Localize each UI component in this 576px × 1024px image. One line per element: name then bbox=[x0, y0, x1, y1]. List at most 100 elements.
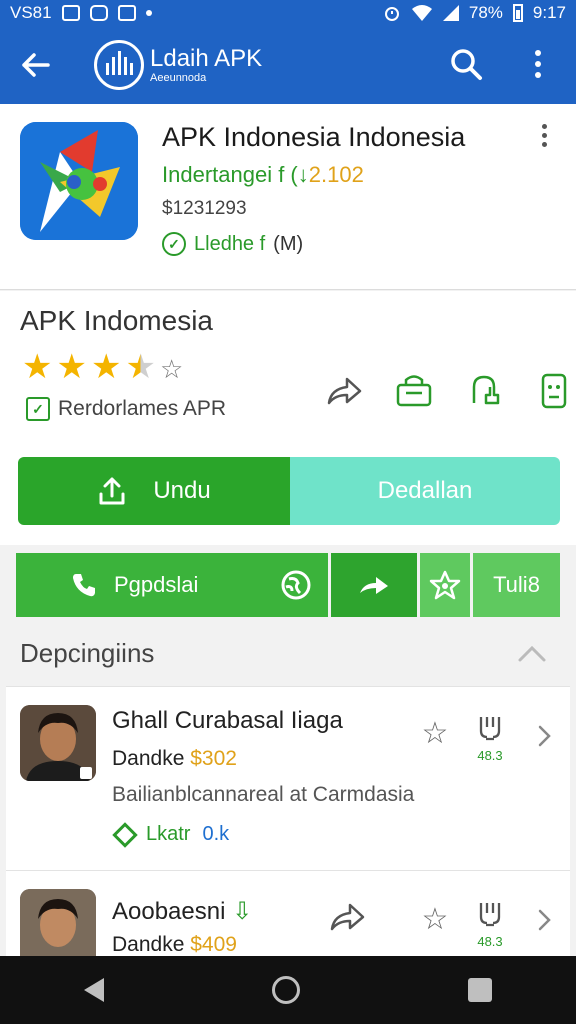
back-button[interactable] bbox=[0, 26, 70, 104]
device-icon bbox=[541, 373, 567, 409]
star-empty-icon: ☆ bbox=[159, 354, 184, 384]
app-notification-icon bbox=[89, 5, 108, 21]
star-icon bbox=[429, 570, 461, 600]
chevron-right-icon[interactable] bbox=[534, 721, 554, 751]
checkbox-icon: ✓ bbox=[26, 397, 50, 421]
bag-button[interactable] bbox=[394, 371, 434, 411]
info-actions bbox=[324, 371, 574, 411]
share-icon[interactable] bbox=[328, 901, 368, 935]
review-sub: Dandke $302 bbox=[112, 747, 237, 771]
review-price: $409 bbox=[190, 933, 237, 956]
app-verified: ✓ Lledhe f (M) bbox=[162, 232, 303, 256]
app-version: 2.102 bbox=[308, 162, 364, 187]
cell-signal-icon bbox=[442, 5, 459, 21]
star-full-icon: ★ bbox=[90, 348, 122, 386]
share-icon bbox=[327, 377, 362, 405]
app-icon[interactable] bbox=[20, 122, 138, 240]
star-full-icon: ★ bbox=[56, 348, 87, 386]
star-icon[interactable]: ☆ bbox=[418, 903, 452, 937]
more-vert-button[interactable] bbox=[518, 42, 558, 86]
globe-button[interactable] bbox=[264, 553, 328, 617]
favorite-button[interactable] bbox=[420, 553, 470, 617]
refresh-icon bbox=[472, 375, 500, 405]
share-button[interactable] bbox=[324, 371, 364, 411]
bag-icon bbox=[396, 375, 432, 407]
notification-dot-icon bbox=[145, 10, 152, 16]
recommend-label: Rerdorlames APR bbox=[58, 397, 227, 420]
message-notification-icon bbox=[117, 5, 136, 21]
call-label: Pgpdslai bbox=[114, 572, 199, 597]
nav-home-button[interactable] bbox=[272, 976, 300, 1004]
review-tag-number: 0.k bbox=[202, 823, 230, 845]
person-avatar-icon bbox=[20, 889, 96, 965]
info-section: APK Indomesia ★ ★ ★ ★ ☆ ✓ Rerdorlames AP… bbox=[0, 291, 576, 545]
battery-percent: 78% bbox=[468, 3, 503, 22]
app-meta: Indertangei f (↓2.102 bbox=[162, 162, 364, 188]
app-title: APK Indonesia Indonesia bbox=[162, 122, 466, 152]
star-icon[interactable]: ☆ bbox=[418, 717, 452, 751]
avatar bbox=[20, 889, 96, 965]
app-header-card: APK Indonesia Indonesia Indertangei f (↓… bbox=[0, 104, 576, 290]
write-review-button[interactable]: Tuli8 bbox=[473, 553, 560, 617]
review-description: Bailianblcannareal at Carmdasia bbox=[112, 783, 415, 806]
app-more-button[interactable] bbox=[534, 124, 554, 154]
review-price: $302 bbox=[190, 747, 237, 770]
download-icon bbox=[479, 903, 501, 927]
app-price: $1231293 bbox=[162, 198, 247, 219]
status-carrier-text: VS81 bbox=[10, 3, 52, 22]
download-count-value: 48.3 bbox=[477, 748, 503, 763]
back-arrow-icon bbox=[22, 53, 50, 77]
tag-diamond-icon bbox=[112, 821, 138, 848]
brand: Ldaih APK Aeeunnoda bbox=[150, 44, 263, 85]
download-count-value: 48.3 bbox=[477, 934, 503, 949]
review-name: Ghall Curabasal Iiaga bbox=[112, 707, 343, 734]
nav-back-button[interactable] bbox=[84, 978, 104, 1002]
review-tag-label: Lkatr bbox=[146, 823, 191, 845]
status-time: 9:17 bbox=[532, 3, 566, 22]
refresh-button[interactable] bbox=[464, 371, 504, 411]
review-sub: Dandke $409 bbox=[112, 933, 237, 957]
forward-button[interactable] bbox=[331, 553, 417, 617]
review-sub-label: Dandke bbox=[112, 933, 185, 956]
app-meta-label: Indertangei f ( bbox=[162, 162, 298, 187]
person-avatar-icon bbox=[20, 705, 96, 781]
secondary-toolbar: Pgpdslai Tuli8 bbox=[16, 553, 560, 617]
info-title: APK Indomesia bbox=[20, 305, 213, 336]
more-vert-icon bbox=[535, 50, 541, 56]
alarm-icon bbox=[384, 7, 399, 21]
call-button[interactable]: Pgpdslai bbox=[16, 553, 264, 617]
verified-extra: (M) bbox=[273, 232, 304, 255]
meta-download-glyph: ↓ bbox=[297, 162, 309, 187]
brand-title: Ldaih APK bbox=[150, 44, 263, 72]
star-half-icon: ★ bbox=[125, 349, 155, 389]
phone-icon bbox=[73, 574, 95, 597]
review-tag: Lkatr 0.k bbox=[112, 821, 230, 848]
wifi-icon bbox=[411, 5, 432, 21]
download-icon bbox=[479, 717, 501, 741]
download-button[interactable]: Undu bbox=[18, 457, 290, 525]
globe-icon bbox=[281, 570, 311, 600]
list-item[interactable]: Ghall Curabasal Iiaga Dandke $302 Bailia… bbox=[6, 686, 570, 870]
download-count: 48.3 bbox=[470, 899, 510, 949]
image-notification-icon bbox=[61, 5, 80, 21]
app-logo-icon bbox=[20, 122, 138, 240]
review-name-text: Aoobaesni bbox=[112, 898, 226, 925]
verified-check-icon: ✓ bbox=[162, 232, 186, 256]
primary-action-row: Undu Dedallan bbox=[18, 457, 560, 525]
device-button[interactable] bbox=[534, 371, 574, 411]
recommend-row: ✓ Rerdorlames APR bbox=[26, 397, 226, 421]
details-button[interactable]: Dedallan bbox=[290, 457, 560, 525]
more-vert-icon bbox=[541, 124, 547, 129]
list-item[interactable]: Aoobaesni ⇩ Dandke $409 ☆ 48.3 bbox=[6, 870, 570, 965]
section-title: Depcingiins bbox=[20, 638, 155, 668]
avatar bbox=[20, 705, 96, 781]
brand-logo bbox=[94, 40, 144, 90]
forward-icon bbox=[360, 577, 388, 594]
chevron-up-icon[interactable] bbox=[516, 640, 548, 668]
system-nav-bar bbox=[0, 956, 576, 1024]
search-button[interactable] bbox=[444, 42, 488, 86]
chevron-right-icon[interactable] bbox=[534, 905, 554, 935]
nav-recents-button[interactable] bbox=[468, 978, 492, 1002]
download-label: Undu bbox=[153, 477, 211, 504]
search-icon bbox=[451, 49, 482, 80]
